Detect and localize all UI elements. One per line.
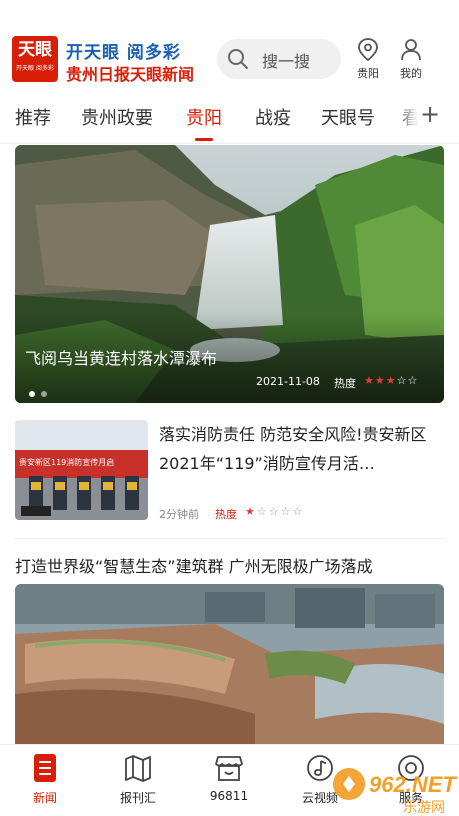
profile-button[interactable]: 我的 <box>391 38 431 86</box>
heat-star: ★ <box>364 374 375 387</box>
banner-date: 2021-11-08 <box>256 375 320 388</box>
banner-heat-stars: ★★★☆☆ <box>364 374 418 387</box>
nav-news[interactable]: 新闻 <box>10 753 80 806</box>
banner-title: 飞阅乌当黄连村落水潭瀑布 <box>25 349 218 368</box>
logo-subtext: 开天眼 阅多彩 <box>16 65 54 72</box>
nav-newspapers[interactable]: 报刊汇 <box>103 753 173 806</box>
watermark-subtext: 乐游网 <box>403 800 445 816</box>
user-icon <box>401 39 421 61</box>
banner-pagination <box>29 382 53 401</box>
heat-star: ☆ <box>396 374 408 387</box>
app-masthead: 贵州日报天眼新闻 <box>66 65 195 84</box>
active-tab-indicator <box>195 138 213 141</box>
fire-safety-photo <box>15 420 148 520</box>
location-pin-icon <box>358 38 378 62</box>
news-list-item[interactable]: 贵安新区119消防宣传月启 落实消防责任 防范安全风险!贵安新区2021年“11… <box>15 420 444 524</box>
shop-icon <box>215 756 243 781</box>
location-label: 贵阳 <box>357 67 379 80</box>
article-heat-stars: ★☆☆☆☆ <box>245 505 304 518</box>
site-watermark: 962.NET 乐游网 <box>333 768 457 816</box>
logo-text: 天眼 <box>18 40 52 60</box>
thumbnail-banner-text: 贵安新区119消防宣传月启 <box>19 458 115 467</box>
nav-96811[interactable]: 96811 <box>194 753 264 803</box>
nav-96811-label: 96811 <box>209 789 249 803</box>
tab-guizhou-politics[interactable]: 贵州政要 <box>81 104 153 130</box>
tab-tianyan-account[interactable]: 天眼号 <box>321 104 375 130</box>
article-heat-label: 热度 <box>215 508 237 521</box>
location-button[interactable]: 贵阳 <box>348 38 388 86</box>
heat-star: ☆ <box>407 374 419 387</box>
app-logo[interactable]: 天眼 开天眼 阅多彩 <box>12 36 58 82</box>
heat-star: ☆ <box>256 505 269 518</box>
newspaper-map-icon <box>125 755 151 782</box>
nav-newspapers-label: 报刊汇 <box>119 791 156 805</box>
heat-star: ☆ <box>292 505 305 518</box>
profile-label: 我的 <box>400 67 422 80</box>
search-box[interactable]: 搜一搜 <box>217 39 341 79</box>
heat-star: ★ <box>374 374 386 387</box>
article-thumbnail: 贵安新区119消防宣传月启 <box>15 420 148 520</box>
list-divider <box>15 538 444 539</box>
tab-guiyang[interactable]: 贵阳 <box>186 104 222 130</box>
heat-star: ★ <box>245 505 257 518</box>
article-title: 落实消防责任 防范安全风险!贵安新区2021年“119”消防宣传月活… <box>159 425 427 473</box>
building-aerial-photo <box>15 584 444 744</box>
app-slogan: 开天眼 阅多彩 <box>66 43 181 63</box>
tab-recommend[interactable]: 推荐 <box>15 104 51 130</box>
search-placeholder: 搜一搜 <box>262 52 311 71</box>
app-header: 天眼 开天眼 阅多彩 开天眼 阅多彩 贵州日报天眼新闻 搜一搜 贵阳 我的 <box>0 0 459 92</box>
article-large-image[interactable] <box>15 584 444 744</box>
news-icon <box>34 754 56 782</box>
pagination-dot[interactable] <box>29 391 35 397</box>
banner-heat-label: 热度 <box>334 377 356 390</box>
article-headline[interactable]: 打造世界级“智慧生态”建筑群 广州无限极广场落成 <box>15 553 455 577</box>
heat-star: ★ <box>385 374 397 387</box>
watermark-text: 962.NET <box>369 772 457 797</box>
add-channel-button[interactable]: + <box>420 100 440 128</box>
channel-tabs: 推荐 贵州政要 贵阳 战疫 天眼号 看 + <box>0 92 459 144</box>
tab-epidemic[interactable]: 战疫 <box>255 104 291 130</box>
search-icon <box>228 49 248 69</box>
article-time: 2分钟前 <box>159 508 199 521</box>
heat-star: ☆ <box>268 505 281 518</box>
heat-star: ☆ <box>280 505 293 518</box>
pagination-dot[interactable] <box>41 391 47 397</box>
featured-banner[interactable]: 飞阅乌当黄连村落水潭瀑布 2021-11-08 热度 ★★★☆☆ <box>15 145 444 403</box>
nav-news-label: 新闻 <box>32 791 57 805</box>
